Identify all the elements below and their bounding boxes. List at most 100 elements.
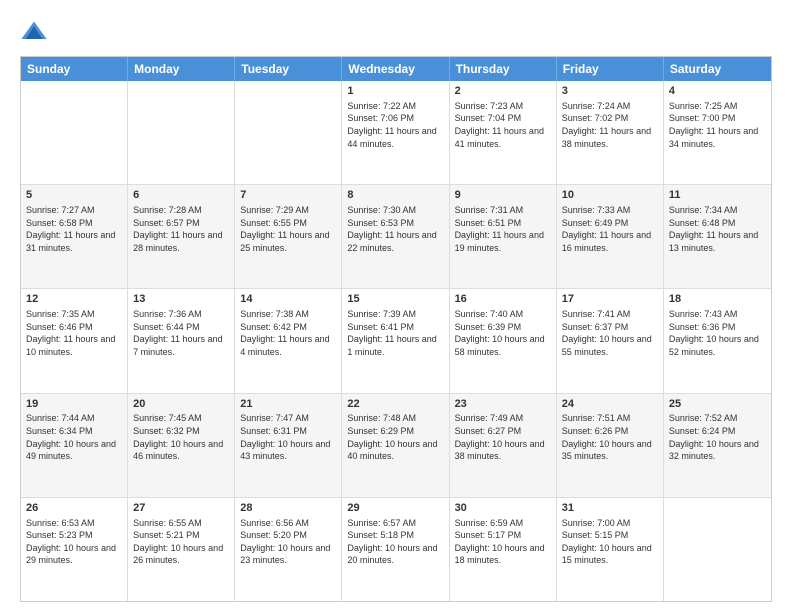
weekday-header: Friday — [557, 57, 664, 81]
calendar-cell: 5Sunrise: 7:27 AM Sunset: 6:58 PM Daylig… — [21, 185, 128, 288]
calendar-row: 26Sunrise: 6:53 AM Sunset: 5:23 PM Dayli… — [21, 497, 771, 601]
day-info: Sunrise: 7:41 AM Sunset: 6:37 PM Dayligh… — [562, 308, 658, 358]
day-number: 5 — [26, 188, 122, 203]
logo-icon — [20, 18, 48, 46]
calendar-cell: 23Sunrise: 7:49 AM Sunset: 6:27 PM Dayli… — [450, 394, 557, 497]
weekday-header: Sunday — [21, 57, 128, 81]
calendar-cell: 7Sunrise: 7:29 AM Sunset: 6:55 PM Daylig… — [235, 185, 342, 288]
day-number: 9 — [455, 188, 551, 203]
day-number: 18 — [669, 292, 766, 307]
weekday-header: Wednesday — [342, 57, 449, 81]
day-number: 7 — [240, 188, 336, 203]
day-number: 10 — [562, 188, 658, 203]
day-number: 11 — [669, 188, 766, 203]
day-number: 31 — [562, 501, 658, 516]
day-info: Sunrise: 6:57 AM Sunset: 5:18 PM Dayligh… — [347, 517, 443, 567]
day-info: Sunrise: 7:35 AM Sunset: 6:46 PM Dayligh… — [26, 308, 122, 358]
calendar-cell: 14Sunrise: 7:38 AM Sunset: 6:42 PM Dayli… — [235, 289, 342, 392]
day-number: 30 — [455, 501, 551, 516]
weekday-header: Monday — [128, 57, 235, 81]
calendar-cell — [664, 498, 771, 601]
calendar-cell: 21Sunrise: 7:47 AM Sunset: 6:31 PM Dayli… — [235, 394, 342, 497]
calendar-row: 5Sunrise: 7:27 AM Sunset: 6:58 PM Daylig… — [21, 184, 771, 288]
weekday-header: Tuesday — [235, 57, 342, 81]
day-number: 13 — [133, 292, 229, 307]
calendar-cell: 16Sunrise: 7:40 AM Sunset: 6:39 PM Dayli… — [450, 289, 557, 392]
day-info: Sunrise: 7:47 AM Sunset: 6:31 PM Dayligh… — [240, 412, 336, 462]
calendar-cell: 30Sunrise: 6:59 AM Sunset: 5:17 PM Dayli… — [450, 498, 557, 601]
day-number: 17 — [562, 292, 658, 307]
day-info: Sunrise: 7:38 AM Sunset: 6:42 PM Dayligh… — [240, 308, 336, 358]
day-number: 16 — [455, 292, 551, 307]
day-number: 24 — [562, 397, 658, 412]
day-info: Sunrise: 7:51 AM Sunset: 6:26 PM Dayligh… — [562, 412, 658, 462]
day-number: 14 — [240, 292, 336, 307]
calendar-cell: 4Sunrise: 7:25 AM Sunset: 7:00 PM Daylig… — [664, 81, 771, 184]
day-number: 29 — [347, 501, 443, 516]
day-info: Sunrise: 7:40 AM Sunset: 6:39 PM Dayligh… — [455, 308, 551, 358]
calendar-cell: 26Sunrise: 6:53 AM Sunset: 5:23 PM Dayli… — [21, 498, 128, 601]
calendar-cell — [235, 81, 342, 184]
day-number: 6 — [133, 188, 229, 203]
day-number: 25 — [669, 397, 766, 412]
day-number: 20 — [133, 397, 229, 412]
day-info: Sunrise: 7:43 AM Sunset: 6:36 PM Dayligh… — [669, 308, 766, 358]
calendar-row: 12Sunrise: 7:35 AM Sunset: 6:46 PM Dayli… — [21, 288, 771, 392]
header — [20, 18, 772, 46]
day-info: Sunrise: 7:39 AM Sunset: 6:41 PM Dayligh… — [347, 308, 443, 358]
day-info: Sunrise: 6:59 AM Sunset: 5:17 PM Dayligh… — [455, 517, 551, 567]
calendar-cell — [128, 81, 235, 184]
day-number: 3 — [562, 84, 658, 99]
calendar-cell: 31Sunrise: 7:00 AM Sunset: 5:15 PM Dayli… — [557, 498, 664, 601]
day-info: Sunrise: 7:24 AM Sunset: 7:02 PM Dayligh… — [562, 100, 658, 150]
calendar-cell: 20Sunrise: 7:45 AM Sunset: 6:32 PM Dayli… — [128, 394, 235, 497]
day-info: Sunrise: 6:53 AM Sunset: 5:23 PM Dayligh… — [26, 517, 122, 567]
day-info: Sunrise: 7:34 AM Sunset: 6:48 PM Dayligh… — [669, 204, 766, 254]
calendar: SundayMondayTuesdayWednesdayThursdayFrid… — [20, 56, 772, 602]
day-info: Sunrise: 7:52 AM Sunset: 6:24 PM Dayligh… — [669, 412, 766, 462]
day-info: Sunrise: 7:25 AM Sunset: 7:00 PM Dayligh… — [669, 100, 766, 150]
day-info: Sunrise: 7:23 AM Sunset: 7:04 PM Dayligh… — [455, 100, 551, 150]
day-number: 23 — [455, 397, 551, 412]
day-info: Sunrise: 7:36 AM Sunset: 6:44 PM Dayligh… — [133, 308, 229, 358]
calendar-cell: 3Sunrise: 7:24 AM Sunset: 7:02 PM Daylig… — [557, 81, 664, 184]
calendar-cell: 8Sunrise: 7:30 AM Sunset: 6:53 PM Daylig… — [342, 185, 449, 288]
calendar-row: 1Sunrise: 7:22 AM Sunset: 7:06 PM Daylig… — [21, 81, 771, 184]
calendar-cell: 28Sunrise: 6:56 AM Sunset: 5:20 PM Dayli… — [235, 498, 342, 601]
day-info: Sunrise: 7:27 AM Sunset: 6:58 PM Dayligh… — [26, 204, 122, 254]
day-info: Sunrise: 7:22 AM Sunset: 7:06 PM Dayligh… — [347, 100, 443, 150]
calendar-cell: 27Sunrise: 6:55 AM Sunset: 5:21 PM Dayli… — [128, 498, 235, 601]
calendar-cell: 11Sunrise: 7:34 AM Sunset: 6:48 PM Dayli… — [664, 185, 771, 288]
day-number: 8 — [347, 188, 443, 203]
day-number: 12 — [26, 292, 122, 307]
calendar-body: 1Sunrise: 7:22 AM Sunset: 7:06 PM Daylig… — [21, 81, 771, 601]
day-number: 2 — [455, 84, 551, 99]
day-info: Sunrise: 7:29 AM Sunset: 6:55 PM Dayligh… — [240, 204, 336, 254]
day-info: Sunrise: 6:55 AM Sunset: 5:21 PM Dayligh… — [133, 517, 229, 567]
calendar-cell: 25Sunrise: 7:52 AM Sunset: 6:24 PM Dayli… — [664, 394, 771, 497]
calendar-cell — [21, 81, 128, 184]
page: SundayMondayTuesdayWednesdayThursdayFrid… — [0, 0, 792, 612]
day-info: Sunrise: 7:33 AM Sunset: 6:49 PM Dayligh… — [562, 204, 658, 254]
logo — [20, 18, 52, 46]
day-number: 26 — [26, 501, 122, 516]
calendar-cell: 17Sunrise: 7:41 AM Sunset: 6:37 PM Dayli… — [557, 289, 664, 392]
calendar-cell: 24Sunrise: 7:51 AM Sunset: 6:26 PM Dayli… — [557, 394, 664, 497]
day-info: Sunrise: 7:00 AM Sunset: 5:15 PM Dayligh… — [562, 517, 658, 567]
day-info: Sunrise: 7:44 AM Sunset: 6:34 PM Dayligh… — [26, 412, 122, 462]
day-number: 1 — [347, 84, 443, 99]
day-info: Sunrise: 6:56 AM Sunset: 5:20 PM Dayligh… — [240, 517, 336, 567]
calendar-cell: 2Sunrise: 7:23 AM Sunset: 7:04 PM Daylig… — [450, 81, 557, 184]
day-number: 28 — [240, 501, 336, 516]
calendar-cell: 6Sunrise: 7:28 AM Sunset: 6:57 PM Daylig… — [128, 185, 235, 288]
day-number: 21 — [240, 397, 336, 412]
day-info: Sunrise: 7:30 AM Sunset: 6:53 PM Dayligh… — [347, 204, 443, 254]
weekday-header: Thursday — [450, 57, 557, 81]
calendar-header: SundayMondayTuesdayWednesdayThursdayFrid… — [21, 57, 771, 81]
day-number: 15 — [347, 292, 443, 307]
day-info: Sunrise: 7:31 AM Sunset: 6:51 PM Dayligh… — [455, 204, 551, 254]
calendar-row: 19Sunrise: 7:44 AM Sunset: 6:34 PM Dayli… — [21, 393, 771, 497]
calendar-cell: 19Sunrise: 7:44 AM Sunset: 6:34 PM Dayli… — [21, 394, 128, 497]
day-number: 19 — [26, 397, 122, 412]
calendar-cell: 9Sunrise: 7:31 AM Sunset: 6:51 PM Daylig… — [450, 185, 557, 288]
